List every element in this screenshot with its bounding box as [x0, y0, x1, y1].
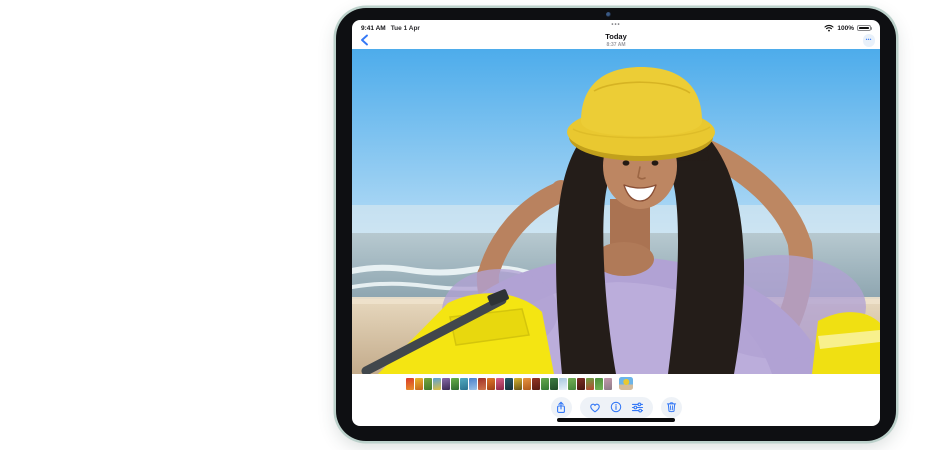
- page-subtitle: 8:37 AM: [352, 42, 880, 48]
- home-indicator[interactable]: [557, 418, 675, 422]
- ipad-screen: 9:41 AM Tue 1 Apr ••• 100%: [352, 20, 880, 426]
- filmstrip-thumb[interactable]: [496, 378, 504, 390]
- filmstrip-thumb[interactable]: [577, 378, 585, 390]
- wifi-icon: [824, 24, 834, 32]
- delete-button[interactable]: [661, 397, 682, 418]
- filmstrip: [406, 376, 633, 391]
- filmstrip-selected-thumb[interactable]: [619, 377, 633, 391]
- filmstrip-thumb[interactable]: [478, 378, 486, 390]
- favorite-button[interactable]: [589, 402, 601, 413]
- filmstrip-thumb[interactable]: [469, 378, 477, 390]
- share-icon: [555, 401, 567, 414]
- heart-icon: [589, 402, 601, 413]
- page-background: 9:41 AM Tue 1 Apr ••• 100%: [0, 0, 932, 450]
- filmstrip-thumbs: [406, 378, 612, 390]
- filmstrip-thumb[interactable]: [550, 378, 558, 390]
- filmstrip-thumb[interactable]: [424, 378, 432, 390]
- front-camera-icon: [606, 12, 611, 17]
- filmstrip-thumb[interactable]: [586, 378, 594, 390]
- battery-percent: 100%: [837, 25, 854, 32]
- filmstrip-thumb[interactable]: [514, 378, 522, 390]
- photo-viewer-image[interactable]: [352, 49, 880, 374]
- ellipsis-icon: •••: [866, 37, 872, 42]
- multitasking-dots-icon[interactable]: •••: [611, 22, 620, 28]
- ipad-device-frame: 9:41 AM Tue 1 Apr ••• 100%: [336, 8, 896, 441]
- filmstrip-thumb[interactable]: [595, 378, 603, 390]
- filmstrip-thumb[interactable]: [460, 378, 468, 390]
- filmstrip-thumb[interactable]: [523, 378, 531, 390]
- status-time: 9:41 AM: [361, 25, 386, 32]
- info-icon: [610, 401, 622, 413]
- filmstrip-thumb[interactable]: [406, 378, 414, 390]
- more-options-button[interactable]: •••: [863, 34, 876, 47]
- share-button[interactable]: [551, 397, 572, 418]
- filmstrip-thumb[interactable]: [433, 378, 441, 390]
- adjust-button[interactable]: [631, 402, 644, 413]
- filmstrip-thumb[interactable]: [442, 378, 450, 390]
- filmstrip-thumb[interactable]: [559, 378, 567, 390]
- info-button[interactable]: [610, 401, 622, 413]
- toolbar-pill: [580, 397, 653, 418]
- filmstrip-thumb[interactable]: [415, 378, 423, 390]
- filmstrip-thumb[interactable]: [568, 378, 576, 390]
- filmstrip-thumb[interactable]: [451, 378, 459, 390]
- filmstrip-thumb[interactable]: [505, 378, 513, 390]
- trash-icon: [666, 401, 677, 413]
- toolbar: [352, 396, 880, 418]
- filmstrip-thumb[interactable]: [532, 378, 540, 390]
- filmstrip-thumb[interactable]: [541, 378, 549, 390]
- battery-icon: [857, 25, 871, 32]
- nav-bar: Today 8:37 AM •••: [352, 33, 880, 49]
- filmstrip-thumb[interactable]: [487, 378, 495, 390]
- status-date: Tue 1 Apr: [391, 25, 420, 32]
- page-title: Today: [352, 33, 880, 42]
- yellow-bag-right: [812, 312, 880, 374]
- filmstrip-thumb[interactable]: [604, 378, 612, 390]
- sliders-icon: [631, 402, 644, 413]
